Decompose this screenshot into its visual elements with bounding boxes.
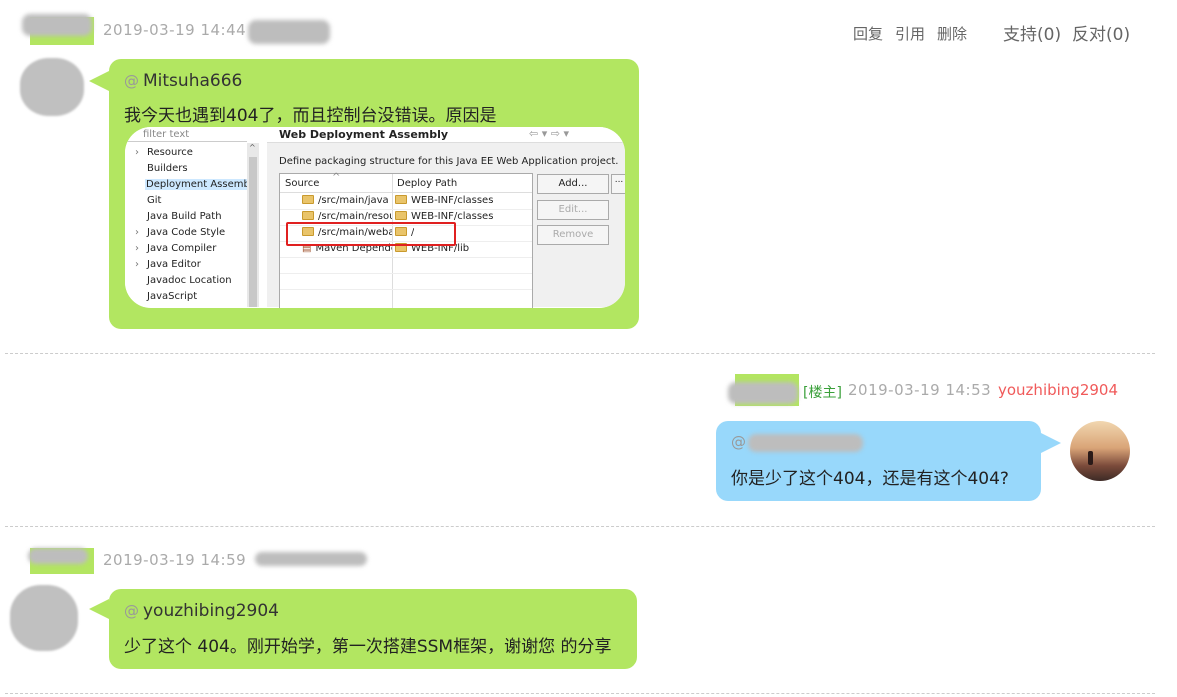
comment-timestamp: 2019-03-19 14:53 (848, 381, 992, 399)
column-header: Source (285, 178, 320, 189)
deployment-table: Source ^ Deploy Path /src/main/java WEB-… (279, 172, 533, 308)
reply-link[interactable]: 回复 (853, 23, 883, 44)
comment-divider (5, 353, 1155, 354)
redacted-username (728, 382, 798, 404)
source-cell: /src/main/resou (302, 211, 392, 222)
avatar[interactable] (20, 58, 84, 116)
panel-title: Web Deployment Assembly (279, 128, 449, 141)
bubble-pointer (89, 599, 109, 619)
sort-icon: ^ (332, 172, 341, 183)
host-tag: [楼主] (803, 385, 842, 401)
comment-text: 我今天也遇到404了，而且控制台没错误。原因是 (124, 106, 497, 126)
expand-icon: › (135, 147, 139, 158)
tree-item-selected: Deployment Assembly (145, 179, 248, 190)
nav-arrows-icon: ⇦ ▾ ⇨ ▾ (529, 127, 569, 140)
comment-timestamp: 2019-03-19 14:59 (103, 551, 247, 569)
redacted-mention (748, 434, 863, 452)
tree-item: Resource (147, 147, 193, 158)
add-button: Add... (537, 174, 609, 194)
properties-panel: Web Deployment Assembly ⇦ ▾ ⇨ ▾ Define p… (267, 127, 625, 308)
expand-icon: › (135, 227, 139, 238)
deploy-cell: WEB-INF/classes (395, 211, 493, 222)
comment-text: 少了这个 404。刚开始学，第一次搭建SSM框架，谢谢您 的分享 (124, 637, 612, 657)
deploy-cell: WEB-INF/classes (395, 195, 493, 206)
filter-input: filter text (143, 129, 190, 140)
tree-item: Java Compiler (147, 243, 217, 254)
redacted-info (255, 552, 367, 566)
avatar[interactable] (10, 585, 78, 651)
tree-item: Javadoc Location (147, 275, 232, 286)
folder-icon (395, 195, 407, 204)
highlight-box (286, 222, 456, 246)
comment-divider (5, 693, 1155, 694)
expand-icon: › (135, 243, 139, 254)
comment-text: 你是少了这个404，还是有这个404? (731, 469, 1009, 489)
tree-item: Builders (147, 163, 188, 174)
redacted-username (28, 548, 88, 564)
folder-icon (302, 195, 314, 204)
oppose-link[interactable]: 反对(0) (1072, 20, 1130, 45)
bubble-pointer (1041, 433, 1061, 453)
redacted-username (22, 14, 92, 36)
tree-item: JavaScript (147, 291, 198, 302)
author-name[interactable]: youzhibing2904 (998, 381, 1118, 399)
source-cell: /src/main/java (302, 195, 392, 206)
expand-icon: › (135, 259, 139, 270)
screenshot-image: filter text › Resource Builders Deployme… (125, 127, 625, 308)
panel-description: Define packaging structure for this Java… (279, 156, 619, 167)
reply-mention[interactable]: @ Mitsuha666 (124, 71, 242, 91)
reply-mention[interactable]: @ youzhibing2904 (124, 601, 279, 621)
settings-tree: filter text › Resource Builders Deployme… (125, 127, 261, 307)
remove-button: Remove (537, 225, 609, 245)
tree-item: Java Build Path (147, 211, 222, 222)
tree-item: Java Editor (147, 259, 201, 270)
column-header: Deploy Path (397, 178, 458, 189)
comment-timestamp: 2019-03-19 14:44 (103, 21, 247, 39)
delete-link[interactable]: 删除 (937, 23, 967, 44)
folder-icon (395, 211, 407, 220)
comment-bubble: @ Mitsuha666 我今天也遇到404了，而且控制台没错误。原因是 filt… (89, 59, 639, 329)
comment-bubble: @ youzhibing2904 少了这个 404。刚开始学，第一次搭建SSM框架… (89, 589, 637, 669)
bubble-pointer (89, 71, 109, 91)
support-link[interactable]: 支持(0) (1003, 20, 1061, 45)
comment-divider (5, 526, 1155, 527)
comment-bubble: @ 你是少了这个404，还是有这个404? (716, 421, 1061, 501)
scrollbar: ^ (247, 143, 259, 307)
avatar[interactable] (1070, 421, 1130, 481)
edit-button: Edit... (537, 200, 609, 220)
quote-link[interactable]: 引用 (895, 23, 925, 44)
tree-item: Git (147, 195, 162, 206)
tree-item: Java Code Style (147, 227, 226, 238)
folder-icon (302, 211, 314, 220)
redacted-info (248, 20, 330, 44)
